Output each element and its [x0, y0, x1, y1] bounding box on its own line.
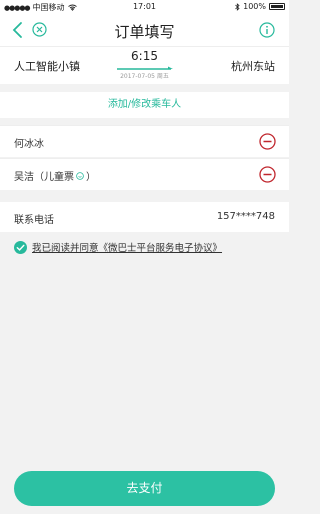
child-ticket-icon [76, 171, 84, 180]
passenger-name-text: 何冰冰 [14, 139, 44, 150]
remove-icon[interactable] [259, 166, 276, 183]
page-title: 订单填写 [114, 23, 175, 41]
status-right: 100% [235, 2, 285, 11]
trip-summary: 人工智能小镇 6:15 2017-07-05 周五 杭州东站 [0, 46, 289, 84]
agreement-link[interactable]: 我已阅读并同意《微巴士平台服务电子协议》 [32, 240, 222, 254]
remove-icon[interactable] [259, 133, 276, 150]
passenger-row: 何冰冰 [0, 125, 289, 157]
arrival-station: 杭州东站 [231, 60, 275, 73]
contact-phone-row[interactable]: 联系电话 157****748 [0, 202, 289, 232]
passenger-name-text: 吴洁（儿童票 [14, 172, 74, 183]
passenger-name: 吴洁（儿童票 ） [14, 168, 96, 183]
nav-bar: 订单填写 [0, 14, 289, 46]
add-passenger-button[interactable]: 添加/修改乘车人 [0, 92, 289, 118]
check-circle-icon[interactable] [14, 240, 27, 254]
status-bar: ●●●●● 中国移动 17:01 100% [0, 0, 289, 14]
agreement-row[interactable]: 我已阅读并同意《微巴士平台服务电子协议》 [14, 240, 222, 254]
passenger-name: 何冰冰 [14, 135, 44, 150]
pay-button[interactable]: 去支付 [14, 471, 275, 506]
battery-percent: 100% [243, 2, 266, 11]
contact-phone-value: 157****748 [216, 211, 275, 222]
info-icon[interactable] [259, 22, 275, 38]
passenger-row: 吴洁（儿童票 ） [0, 158, 289, 190]
bluetooth-icon [235, 2, 240, 11]
ticket-type-suffix: ） [86, 172, 96, 183]
battery-icon [269, 3, 285, 10]
contact-phone-label: 联系电话 [14, 215, 54, 226]
